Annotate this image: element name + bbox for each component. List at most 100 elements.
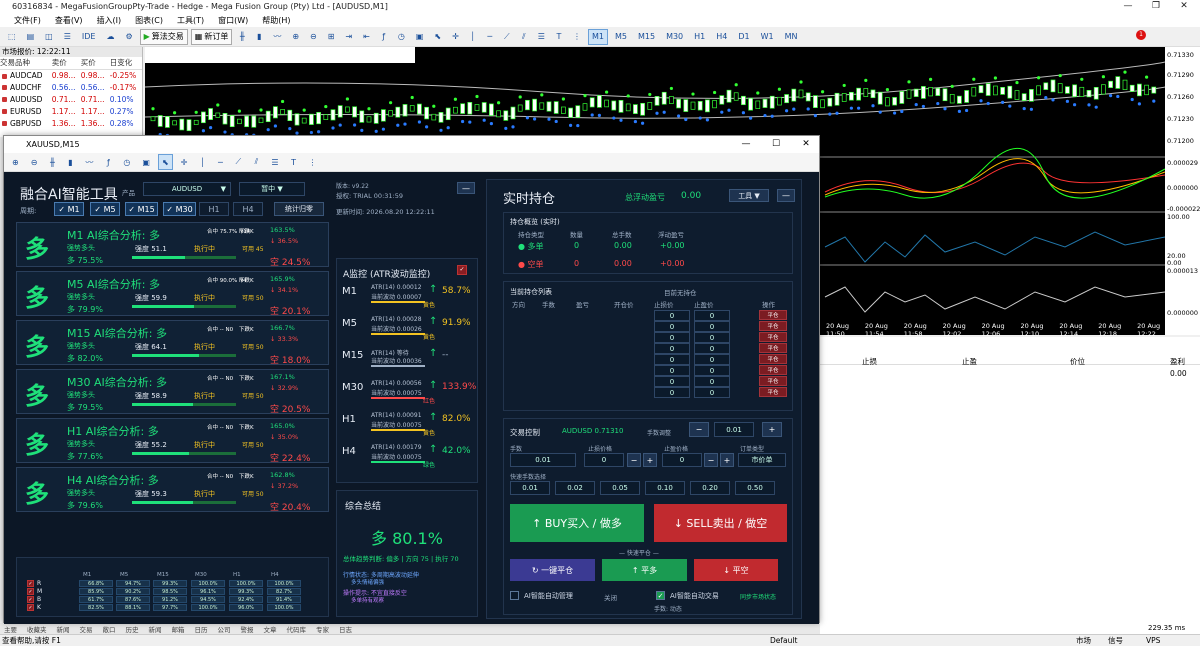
zoom-in-icon[interactable]: ⊕ xyxy=(8,154,23,170)
terminal-tab[interactable]: 代码库 xyxy=(287,624,307,634)
table-row[interactable]: AUDCHF 0.56... 0.56... -0.17% xyxy=(0,81,142,93)
atr-checkbox[interactable]: ✓ xyxy=(457,265,467,275)
channel-icon[interactable]: ⫽ xyxy=(517,29,531,45)
vline-icon[interactable]: │ xyxy=(195,154,209,170)
close-position-button[interactable]: 平仓 xyxy=(759,321,787,331)
col-price[interactable]: 价位 xyxy=(1070,356,1085,367)
sell-button[interactable]: ↓ SELL卖出 / 做空 xyxy=(654,504,787,542)
tp-price-input[interactable]: 0 xyxy=(694,387,730,398)
sl-plus-button[interactable]: + xyxy=(643,453,657,467)
close-position-button[interactable]: 平仓 xyxy=(759,354,787,364)
terminal-tab[interactable]: 日历 xyxy=(195,624,208,634)
hline-icon[interactable]: ─ xyxy=(213,154,227,170)
tf-m5[interactable]: M5 xyxy=(611,29,631,45)
col-profit[interactable]: 盈利 xyxy=(1170,356,1185,367)
mw-header[interactable]: 买价 xyxy=(80,57,110,70)
close-button[interactable]: ✕ xyxy=(1170,0,1198,13)
terminal-tab[interactable]: 历史 xyxy=(126,624,139,634)
crosshair-icon[interactable]: ✛ xyxy=(177,154,192,170)
tp-price-input[interactable]: 0 xyxy=(694,376,730,387)
period-m5-toggle[interactable]: ✓ M5 xyxy=(90,202,120,216)
tf-mn[interactable]: MN xyxy=(781,29,802,45)
status-market[interactable]: 市场 xyxy=(1076,635,1091,646)
mode-select[interactable]: 暂中 ▼ xyxy=(239,182,305,196)
terminal-tab[interactable]: 日志 xyxy=(339,624,352,634)
terminal-tab[interactable]: 收藏夹 xyxy=(27,624,47,634)
period-icon[interactable]: ◷ xyxy=(394,29,409,45)
tp-input[interactable]: 0 xyxy=(662,453,702,467)
child-restore-button[interactable]: ☐ xyxy=(761,137,791,152)
navigator-icon[interactable]: ☰ xyxy=(60,29,75,45)
period-h1-toggle[interactable]: H1 xyxy=(199,202,229,216)
terminal-tab[interactable]: 交易 xyxy=(80,624,93,634)
text-icon[interactable]: T xyxy=(552,29,566,45)
quick-lot-button[interactable]: 0.50 xyxy=(735,481,775,495)
terminal-tab[interactable]: 主要 xyxy=(4,624,17,634)
new-order-button[interactable]: ▦ 新订单 xyxy=(190,28,233,45)
close-position-button[interactable]: 平仓 xyxy=(759,387,787,397)
shapes-icon[interactable]: ⋮ xyxy=(305,154,321,170)
tile-icon[interactable]: ⊞ xyxy=(324,29,339,45)
hline-icon[interactable]: ─ xyxy=(483,29,497,45)
sl-price-input[interactable]: 0 xyxy=(654,365,690,376)
quick-lot-button[interactable]: 0.05 xyxy=(600,481,640,495)
tp-minus-button[interactable]: − xyxy=(704,453,718,467)
terminal-tab[interactable]: 新闻 xyxy=(57,624,70,634)
rmbk-checkbox[interactable]: ✓ xyxy=(27,580,34,587)
close-position-button[interactable]: 平仓 xyxy=(759,310,787,320)
templates-icon[interactable]: ▣ xyxy=(412,29,428,45)
col-tp[interactable]: 止盈 xyxy=(962,356,977,367)
tf-m15[interactable]: M15 xyxy=(634,29,659,45)
close-position-button[interactable]: 平仓 xyxy=(759,365,787,375)
indicators-icon[interactable]: ƒ xyxy=(101,154,115,170)
quick-lot-button[interactable]: 0.02 xyxy=(555,481,595,495)
lot-plus-button[interactable]: + xyxy=(762,422,782,437)
profiles-icon[interactable]: ▤ xyxy=(23,29,39,45)
sl-price-input[interactable]: 0 xyxy=(654,332,690,343)
menu-insert[interactable]: 插入(I) xyxy=(97,15,122,26)
collapse-right-button[interactable]: — xyxy=(777,189,795,202)
sl-minus-button[interactable]: − xyxy=(627,453,641,467)
mw-header[interactable]: 交易品种 xyxy=(0,57,52,70)
period-m1-toggle[interactable]: ✓ M1 xyxy=(54,202,84,216)
new-chart-icon[interactable]: ⬚ xyxy=(4,29,20,45)
period-m30-toggle[interactable]: ✓ M30 xyxy=(163,202,196,216)
lot-step-input[interactable]: 0.01 xyxy=(714,422,754,437)
tp-price-input[interactable]: 0 xyxy=(694,343,730,354)
close-position-button[interactable]: 平仓 xyxy=(759,343,787,353)
rmbk-checkbox[interactable]: ✓ xyxy=(27,596,34,603)
cursor-icon[interactable]: ⬉ xyxy=(430,29,445,45)
menu-chart[interactable]: 图表(C) xyxy=(135,15,163,26)
tp-price-input[interactable]: 0 xyxy=(694,365,730,376)
status-signal[interactable]: 信号 xyxy=(1108,635,1123,646)
zoom-out-icon[interactable]: ⊖ xyxy=(27,154,42,170)
fibo-icon[interactable]: ☰ xyxy=(267,154,282,170)
trendline-icon[interactable]: ⟋ xyxy=(231,154,245,170)
table-row[interactable]: EURUSD 1.17... 1.17... 0.27% xyxy=(0,105,142,117)
trendline-icon[interactable]: ⟋ xyxy=(500,29,514,45)
text-icon[interactable]: T xyxy=(287,154,301,170)
period-h4-toggle[interactable]: H4 xyxy=(233,202,263,216)
channel-icon[interactable]: ⫽ xyxy=(249,154,263,170)
child-minimize-button[interactable]: — xyxy=(731,137,761,152)
cursor-icon[interactable]: ⬉ xyxy=(157,154,173,170)
quick-lot-button[interactable]: 0.01 xyxy=(510,481,550,495)
collapse-left-button[interactable]: — xyxy=(457,182,475,194)
algo-trading-button[interactable]: ▶ 算法交易 xyxy=(139,28,188,45)
shapes-icon[interactable]: ⋮ xyxy=(569,29,585,45)
sl-price-input[interactable]: 0 xyxy=(654,310,690,321)
tf-h4[interactable]: H4 xyxy=(712,29,731,45)
sl-price-input[interactable]: 0 xyxy=(654,376,690,387)
close-short-button[interactable]: ↓ 平空 xyxy=(694,559,778,581)
sl-price-input[interactable]: 0 xyxy=(654,321,690,332)
order-type-select[interactable]: 市价单 xyxy=(738,453,786,467)
autoscroll-icon[interactable]: ⇥ xyxy=(341,29,356,45)
sl-price-input[interactable]: 0 xyxy=(654,343,690,354)
notification-badge[interactable]: 1 xyxy=(1136,30,1146,40)
ide-button[interactable]: IDE xyxy=(78,29,100,45)
candle-chart-icon[interactable]: ▮ xyxy=(63,154,77,170)
tf-w1[interactable]: W1 xyxy=(757,29,778,45)
sl-price-input[interactable]: 0 xyxy=(654,354,690,365)
shift-icon[interactable]: ⇤ xyxy=(359,29,374,45)
bar-chart-icon[interactable]: ╫ xyxy=(235,29,249,45)
